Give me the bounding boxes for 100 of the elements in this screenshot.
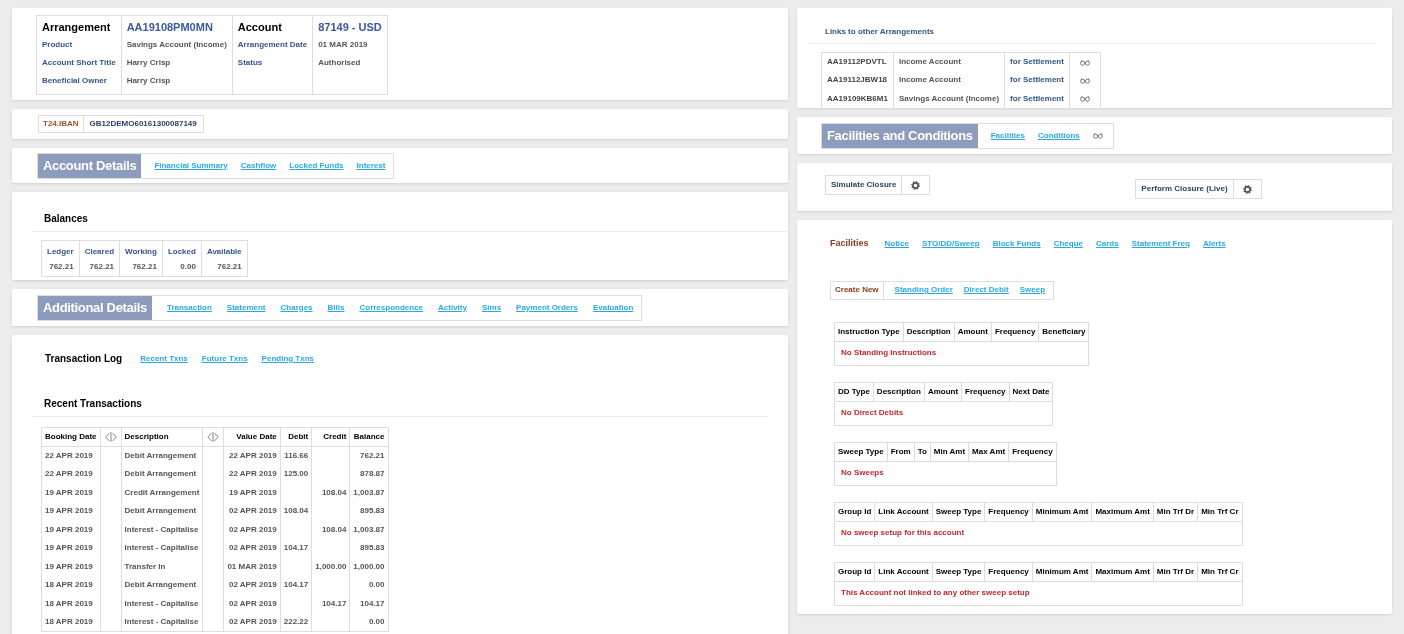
column-header: Locked: [167, 246, 196, 256]
table-cell: 762.21: [132, 262, 157, 272]
tab-link[interactable]: Future Txns: [201, 352, 248, 365]
column-header: Min Trf Cr: [1201, 566, 1239, 576]
tab-link[interactable]: Transaction: [166, 301, 212, 314]
table-cell: 1,003.87: [353, 487, 385, 497]
view-icon[interactable]: [1079, 58, 1090, 66]
tab-link[interactable]: Sims: [481, 301, 502, 314]
field-value: AA19108PM0MN: [126, 20, 214, 35]
tab-link[interactable]: Notice: [884, 237, 909, 250]
column-header: Minimum Amt: [1035, 566, 1089, 576]
table-cell: 108.04: [283, 506, 309, 516]
field-value: Savings Account (Income): [126, 39, 227, 51]
column-header: Min Trf Dr: [1156, 506, 1195, 516]
field-heading: Account: [237, 20, 283, 35]
tab-link[interactable]: Charges: [280, 301, 313, 314]
column-header: Min Trf Cr: [1201, 506, 1239, 516]
tab-link[interactable]: Statement: [226, 301, 266, 314]
table-cell: 108.04: [321, 487, 347, 497]
column-header: Beneficiary: [1042, 326, 1086, 336]
table-cell: 01 MAR 2019: [227, 561, 277, 571]
column-header: To: [917, 446, 927, 456]
table-cell: 02 APR 2019: [229, 598, 277, 608]
settings-icon[interactable]: [1242, 184, 1252, 194]
section-title: Transaction Log: [45, 352, 123, 366]
tab-link[interactable]: Recent Txns: [140, 352, 188, 365]
tab-link[interactable]: Conditions: [1038, 129, 1080, 142]
table-cell: 22 APR 2019: [229, 469, 277, 479]
tab-link[interactable]: Evaluation: [592, 301, 634, 314]
table-cell: 19 APR 2019: [45, 506, 93, 516]
table-cell: AA19112PDVTL: [827, 57, 887, 66]
table-cell: for Settlement: [1010, 57, 1064, 66]
tab-link[interactable]: Standing Order: [894, 284, 953, 296]
tab-link[interactable]: Cards: [1096, 237, 1119, 250]
view-icon[interactable]: [1079, 76, 1090, 84]
table-cell: Interest - Capitalise: [124, 598, 199, 608]
tab-link[interactable]: Cashflow: [240, 159, 277, 172]
field-label: Account Short Title: [42, 57, 116, 69]
empty-message: This Account not linked to any other sweep setup: [841, 588, 1030, 597]
tab-link[interactable]: Block Funds: [992, 237, 1041, 250]
tab-link[interactable]: Alerts: [1202, 237, 1226, 250]
tab-link[interactable]: Payment Orders: [516, 301, 578, 314]
view-icon[interactable]: [1092, 132, 1103, 139]
column-header: Credit: [323, 432, 347, 441]
tab-link[interactable]: Locked Funds: [289, 159, 344, 172]
tab-link[interactable]: STO/DD/Sweep: [922, 237, 980, 250]
column-header: Description: [124, 432, 169, 441]
tab-link[interactable]: Bills: [327, 301, 345, 314]
column-header: Min Trf Dr: [1156, 566, 1195, 576]
tab-link[interactable]: Facilities: [990, 129, 1025, 142]
tab-link[interactable]: Direct Debit: [963, 284, 1009, 296]
field-label: Status: [237, 57, 264, 69]
column-header: Sweep Type: [935, 506, 982, 516]
column-header: Maximum Amt: [1095, 566, 1150, 576]
column-header: Min Amt: [933, 446, 966, 456]
table-cell: Savings Account (Income): [898, 93, 1000, 103]
column-resize-icon[interactable]: [207, 432, 220, 442]
tab-link[interactable]: Financial Summary: [154, 159, 228, 172]
column-resize-icon[interactable]: [104, 432, 117, 442]
table-cell: 22 APR 2019: [45, 451, 93, 460]
tab-link[interactable]: Statement Freq: [1131, 237, 1190, 250]
column-header: Description: [876, 386, 921, 396]
table-cell: 18 APR 2019: [45, 617, 93, 626]
view-icon[interactable]: [1079, 95, 1090, 102]
table-cell: Debit Arrangement: [124, 580, 197, 590]
column-header: Instruction Type: [838, 326, 900, 336]
table-cell: Income Account: [898, 57, 961, 66]
table-cell: 895.83: [360, 543, 385, 553]
column-header: DD Type: [838, 386, 870, 396]
table-cell: AA19109KB6M1: [827, 93, 888, 103]
table-cell: 222.22: [283, 617, 309, 626]
settings-icon[interactable]: [911, 180, 921, 190]
table-cell: for Settlement: [1010, 75, 1064, 85]
section-banner: Account Details: [38, 153, 142, 178]
tab-link[interactable]: Correspondence: [359, 301, 424, 314]
column-header: From: [890, 446, 911, 456]
column-header: Debit: [288, 432, 309, 441]
column-header: Sweep Type: [935, 566, 982, 576]
field-label: Create New: [831, 281, 884, 299]
column-header: Cleared: [84, 246, 115, 256]
table-cell: 0.00: [180, 262, 196, 272]
tab-link[interactable]: Interest: [356, 159, 386, 172]
table-cell: 104.17: [283, 580, 309, 590]
column-header: Frequency: [994, 326, 1036, 336]
table-cell: 762.21: [49, 262, 74, 272]
column-header: Link Account: [878, 566, 929, 576]
table-cell: 762.21: [360, 451, 385, 460]
table-cell: Debit Arrangement: [124, 469, 197, 479]
tab-link[interactable]: Pending Txns: [261, 352, 315, 365]
table-cell: 19 APR 2019: [45, 524, 93, 534]
column-header: Frequency: [988, 506, 1029, 516]
column-header: Amount: [957, 326, 988, 336]
tab-link[interactable]: Activity: [438, 301, 467, 314]
tab-link[interactable]: Sweep: [1019, 284, 1046, 296]
field-label: Product: [42, 39, 74, 51]
section-banner: Additional Details: [38, 295, 152, 320]
tab-link[interactable]: Cheque: [1053, 237, 1083, 250]
empty-message: No Sweeps: [841, 468, 884, 477]
section-title: Links to other Arrangements: [824, 26, 936, 38]
table-cell: 18 APR 2019: [45, 580, 93, 590]
